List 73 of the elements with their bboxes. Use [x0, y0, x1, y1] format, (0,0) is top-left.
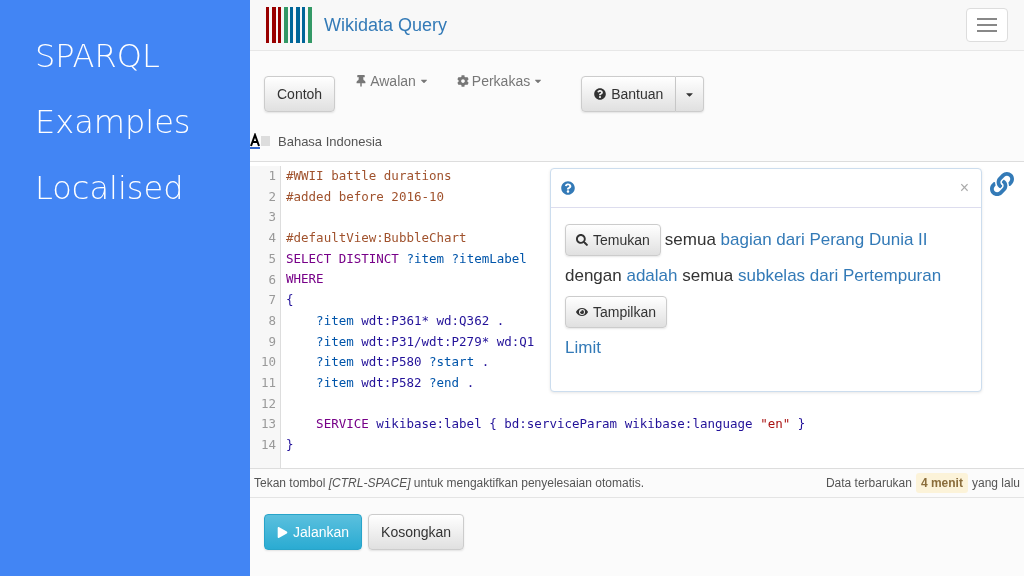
code-token: ?item: [315, 374, 355, 390]
link-icon[interactable]: [990, 172, 1014, 196]
menu-dropdown[interactable]: Awalan: [347, 73, 437, 89]
line-number: 10: [259, 353, 276, 372]
query-sentence: dengan adalah semua subkelas dari Pertempuran: [565, 266, 942, 286]
line-number: 12: [259, 394, 276, 413]
help-icon: [594, 88, 607, 100]
query-sentence: semua bagian dari Perang Dunia II: [664, 230, 928, 250]
examples-button[interactable]: Contoh: [264, 76, 336, 112]
translate-icon: [250, 133, 272, 149]
update-label: yang lalu: [971, 476, 1020, 490]
code-token: ?item ?itemLabel: [406, 250, 527, 266]
code-token: SELECT DISTINCT: [286, 250, 400, 266]
code-token: }: [286, 436, 294, 452]
time-badge: 4 menit: [915, 473, 968, 493]
code-token: ?item: [315, 312, 355, 328]
code-token: .: [465, 374, 475, 390]
line-number: 1: [267, 167, 276, 185]
help-icon: [561, 181, 575, 195]
line-number: 9: [267, 332, 276, 351]
line-number: 4: [267, 229, 276, 248]
code-token: WHERE: [286, 271, 324, 287]
menu-dropdown[interactable]: Perkakas: [448, 73, 552, 89]
code-token: wdt:P361* wd:Q362 .: [361, 312, 505, 328]
slide-heading: SPARQL: [35, 40, 161, 72]
slide-heading: Examples: [35, 106, 192, 138]
line-number: 3: [267, 208, 276, 227]
code-token: wikibase:label { bd:serviceParam wikibase:language: [376, 416, 754, 432]
pin-icon: [355, 75, 368, 87]
code-token: {: [286, 292, 294, 308]
find-button[interactable]: Temukan: [565, 224, 661, 256]
limit-link[interactable]: Limit: [565, 338, 967, 358]
line-number: 6: [267, 270, 276, 289]
language-selector[interactable]: Bahasa Indonesia: [278, 133, 383, 149]
eye-icon: [576, 306, 588, 318]
code-token: .: [480, 354, 490, 370]
show-button[interactable]: Tampilkan: [565, 296, 668, 328]
code-token: #WWII battle durations: [286, 168, 452, 183]
code-token: }: [796, 416, 806, 432]
update-label: Data terbarukan: [825, 476, 912, 490]
line-number: 2: [267, 187, 276, 206]
query-link[interactable]: adalah: [626, 266, 678, 285]
line-number: 11: [259, 374, 276, 393]
slide-heading: Localised: [35, 172, 185, 204]
line-number: 7: [267, 291, 276, 310]
query-link[interactable]: bagian dari Perang Dunia II: [720, 230, 928, 249]
code-token: wdt:P31/wdt:P279* wd:Q1: [361, 333, 535, 349]
gear-icon: [456, 75, 469, 87]
code-token: "en": [760, 416, 791, 432]
code-token: ?end: [429, 374, 460, 390]
code-editor[interactable]: [250, 161, 1024, 469]
code-token: ?item: [315, 354, 355, 370]
line-number: 8: [267, 311, 276, 330]
code-token: wdt:P580: [361, 354, 423, 370]
play-icon: [277, 526, 288, 538]
run-button[interactable]: Jalankan: [264, 514, 363, 550]
line-number: 5: [267, 249, 276, 268]
query-link[interactable]: subkelas dari Pertempuran: [738, 266, 942, 285]
line-number: 13: [259, 415, 276, 434]
code-token: #added before 2016-10: [286, 188, 445, 204]
code-token: #defaultView:BubbleChart: [286, 230, 467, 246]
line-number: 14: [259, 436, 276, 455]
status-hint: Tekan tombol [CTRL-SPACE] untuk mengaktifkan penyelesaian otomatis.: [254, 476, 644, 490]
code-token: ?start: [429, 354, 475, 370]
code-token: wdt:P582: [361, 374, 423, 390]
menu-button[interactable]: [966, 8, 1008, 42]
search-icon: [576, 234, 588, 246]
close-button[interactable]: ×: [959, 179, 969, 197]
app-title[interactable]: Wikidata Query: [324, 14, 448, 36]
help-button[interactable]: Bantuan: [581, 76, 677, 112]
code-token: SERVICE: [315, 416, 370, 432]
clear-button[interactable]: Kosongkan: [368, 514, 465, 550]
code-token: ?item: [315, 333, 355, 349]
